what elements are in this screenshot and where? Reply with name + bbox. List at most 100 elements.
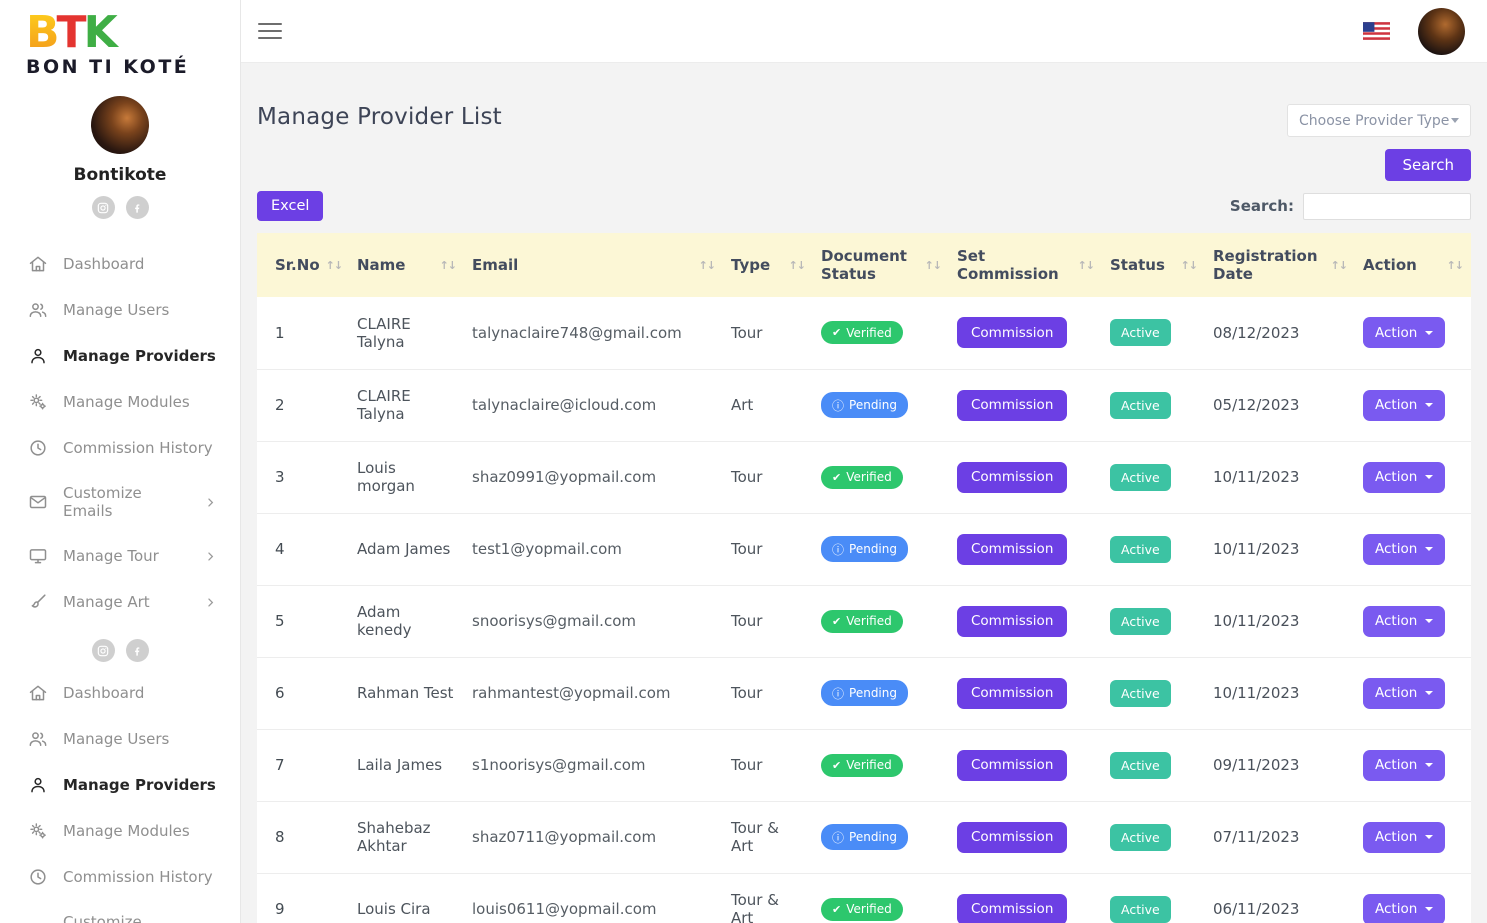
cell-srno: 9 [257, 873, 349, 923]
social-icon-instagram[interactable] [92, 196, 115, 219]
caret-down-icon [1425, 547, 1433, 551]
providers-table: Sr.No Name Email Type Document Status Se… [257, 233, 1471, 923]
menu-toggle-button[interactable] [255, 18, 285, 44]
social-icon-facebook[interactable] [126, 639, 149, 662]
sidebar-item-manage-modules[interactable]: Manage Modules [0, 808, 240, 854]
gears-icon [28, 821, 48, 841]
table-row: 6 Rahman Test rahmantest@yopmail.com Tou… [257, 657, 1471, 729]
search-button[interactable]: Search [1385, 149, 1471, 181]
cell-srno: 8 [257, 801, 349, 873]
action-dropdown-button[interactable]: Action [1363, 534, 1445, 565]
status-badge: Active [1110, 824, 1171, 851]
sidebar-item-commission-history[interactable]: Commission History [0, 854, 240, 900]
caret-down-icon [1425, 835, 1433, 839]
user-icon [28, 775, 48, 795]
commission-button[interactable]: Commission [957, 750, 1067, 781]
social-icon-instagram[interactable] [92, 639, 115, 662]
commission-button[interactable]: Commission [957, 317, 1067, 348]
provider-type-select[interactable]: Choose Provider Type [1287, 104, 1471, 137]
profile-name: Bontikote [74, 165, 167, 185]
excel-export-button[interactable]: Excel [257, 191, 323, 221]
cell-srno: 7 [257, 729, 349, 801]
language-flag-us-icon[interactable] [1363, 22, 1390, 40]
monitor-icon [28, 546, 48, 566]
profile-avatar [91, 96, 149, 154]
cell-srno: 5 [257, 585, 349, 657]
column-header-document-status[interactable]: Document Status [813, 233, 949, 297]
commission-button[interactable]: Commission [957, 894, 1067, 923]
action-dropdown-button[interactable]: Action [1363, 822, 1445, 853]
column-header-name[interactable]: Name [349, 233, 464, 297]
chevron-right-icon [203, 495, 218, 510]
document-status-badge: Pending [821, 680, 908, 706]
column-header-email[interactable]: Email [464, 233, 723, 297]
document-status-badge: Verified [821, 610, 903, 633]
action-dropdown-button[interactable]: Action [1363, 894, 1445, 923]
sidebar-item-manage-users[interactable]: Manage Users [0, 287, 240, 333]
status-badge: Active [1110, 319, 1171, 346]
social-links [0, 639, 240, 662]
action-dropdown-button[interactable]: Action [1363, 390, 1445, 421]
cell-type: Tour [723, 729, 813, 801]
document-status-badge: Verified [821, 754, 903, 777]
cell-name: Louis Cira [349, 873, 464, 923]
column-header-type[interactable]: Type [723, 233, 813, 297]
sidebar-item-manage-users[interactable]: Manage Users [0, 716, 240, 762]
social-icon-facebook[interactable] [126, 196, 149, 219]
sidebar-item-customize-emails[interactable]: Customize Emails [0, 900, 240, 923]
sidebar-item-customize-emails[interactable]: Customize Emails [0, 471, 240, 533]
cell-type: Art [723, 369, 813, 441]
commission-button[interactable]: Commission [957, 678, 1067, 709]
commission-button[interactable]: Commission [957, 606, 1067, 637]
cell-registration-date: 10/11/2023 [1205, 441, 1355, 513]
table-header: Sr.No Name Email Type Document Status Se… [257, 233, 1471, 297]
status-badge: Active [1110, 608, 1171, 635]
status-badge: Active [1110, 536, 1171, 563]
cell-email: shaz0711@yopmail.com [464, 801, 723, 873]
table-row: 8 Shahebaz Akhtar shaz0711@yopmail.com T… [257, 801, 1471, 873]
sort-icon [326, 259, 342, 272]
sidebar-item-commission-history[interactable]: Commission History [0, 425, 240, 471]
action-dropdown-button[interactable]: Action [1363, 678, 1445, 709]
column-header-status[interactable]: Status [1102, 233, 1205, 297]
commission-button[interactable]: Commission [957, 822, 1067, 853]
table-search-input[interactable] [1303, 193, 1471, 220]
action-dropdown-button[interactable]: Action [1363, 750, 1445, 781]
column-header-set-commission[interactable]: Set Commission [949, 233, 1102, 297]
action-dropdown-button[interactable]: Action [1363, 462, 1445, 493]
brand-logo[interactable]: BTK BON TI KOTÉ [0, 0, 240, 78]
action-dropdown-button[interactable]: Action [1363, 317, 1445, 348]
home-icon [28, 254, 48, 274]
sidebar-item-manage-tour[interactable]: Manage Tour [0, 533, 240, 579]
home-icon [28, 683, 48, 703]
document-status-badge: Pending [821, 824, 908, 850]
table-row: 9 Louis Cira louis0611@yopmail.com Tour … [257, 873, 1471, 923]
column-header-registration-date[interactable]: Registration Date [1205, 233, 1355, 297]
sidebar-item-dashboard[interactable]: Dashboard [0, 241, 240, 287]
sidebar-item-manage-modules[interactable]: Manage Modules [0, 379, 240, 425]
sidebar-item-manage-providers[interactable]: Manage Providers [0, 333, 240, 379]
sort-icon [699, 259, 715, 272]
sidebar-item-manage-art[interactable]: Manage Art [0, 579, 240, 625]
status-badge: Active [1110, 464, 1171, 491]
cell-registration-date: 10/11/2023 [1205, 585, 1355, 657]
cell-srno: 4 [257, 513, 349, 585]
search-label: Search: [1230, 197, 1294, 215]
sort-icon [789, 259, 805, 272]
action-dropdown-button[interactable]: Action [1363, 606, 1445, 637]
commission-button[interactable]: Commission [957, 534, 1067, 565]
sidebar-item-manage-providers[interactable]: Manage Providers [0, 762, 240, 808]
column-header-srno[interactable]: Sr.No [257, 233, 349, 297]
column-header-action[interactable]: Action [1355, 233, 1471, 297]
caret-down-icon [1425, 763, 1433, 767]
social-links [92, 196, 149, 219]
cell-email: talynaclaire748@gmail.com [464, 297, 723, 369]
brush-icon [28, 592, 48, 612]
user-avatar[interactable] [1418, 8, 1465, 55]
table-row: 5 Adam kenedy snoorisys@gmail.com Tour V… [257, 585, 1471, 657]
commission-button[interactable]: Commission [957, 390, 1067, 421]
commission-button[interactable]: Commission [957, 462, 1067, 493]
gears-icon [28, 392, 48, 412]
caret-down-icon [1425, 331, 1433, 335]
sidebar-item-dashboard[interactable]: Dashboard [0, 670, 240, 716]
